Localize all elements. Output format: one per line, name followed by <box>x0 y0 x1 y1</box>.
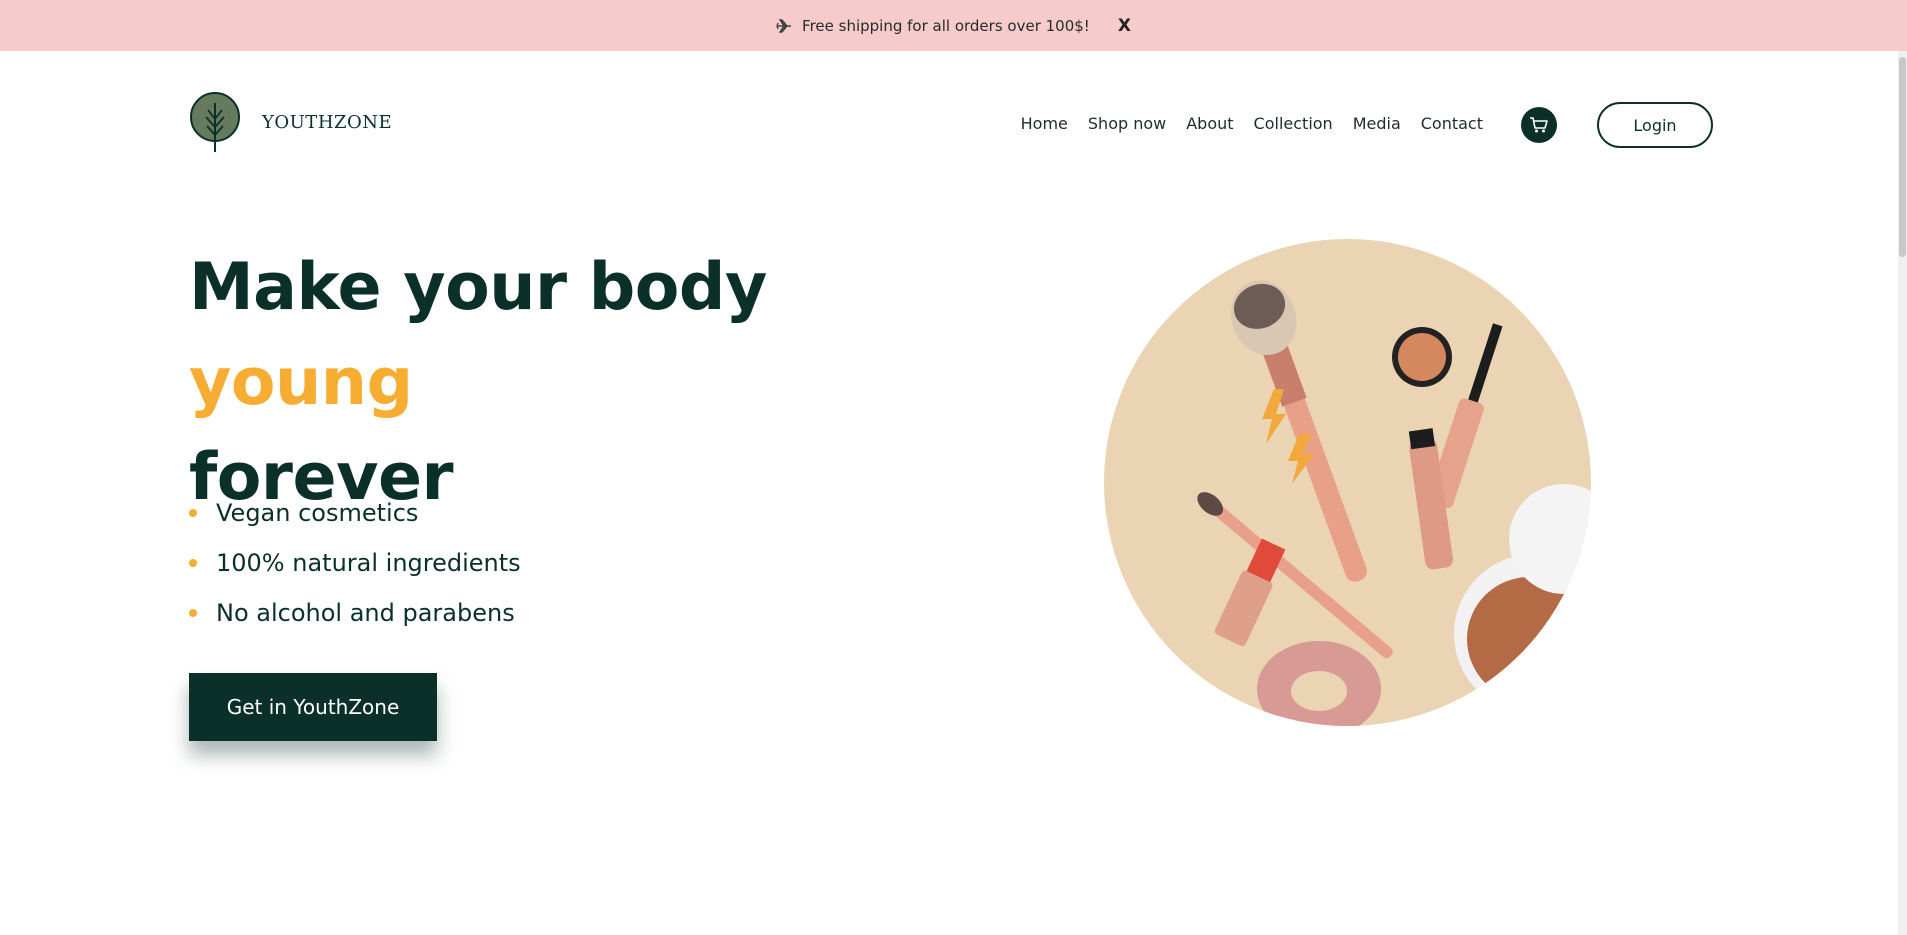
feature-item: 100% natural ingredients <box>189 538 521 588</box>
feature-list: Vegan cosmetics 100% natural ingredients… <box>189 488 521 638</box>
hero-title-part1: Make your body <box>189 250 767 325</box>
feature-item: Vegan cosmetics <box>189 488 521 538</box>
nav-item-shop-now[interactable]: Shop now <box>1088 114 1166 133</box>
announcement-bar: Free shipping for all orders over 100$! … <box>0 0 1907 51</box>
cart-button[interactable] <box>1521 107 1557 143</box>
bullet-dot <box>189 559 197 567</box>
nav-item-media[interactable]: Media <box>1353 114 1401 133</box>
feature-text: No alcohol and parabens <box>216 599 515 627</box>
tree-icon <box>190 92 240 152</box>
announcement-text: Free shipping for all orders over 100$! <box>802 16 1090 35</box>
bullet-dot <box>189 509 197 517</box>
feature-text: 100% natural ingredients <box>216 549 521 577</box>
close-announcement-button[interactable]: X <box>1118 16 1131 36</box>
scrollbar-thumb[interactable] <box>1899 57 1906 257</box>
hero-title: Make your body young forever <box>189 240 989 525</box>
hero-title-accent: young <box>189 345 413 420</box>
nav-item-about[interactable]: About <box>1186 114 1233 133</box>
bullet-dot <box>189 609 197 617</box>
cart-icon <box>1530 117 1548 133</box>
nav-item-collection[interactable]: Collection <box>1254 114 1333 133</box>
brand-name: YOUTHZONE <box>262 111 393 133</box>
feature-item: No alcohol and parabens <box>189 588 521 638</box>
feature-text: Vegan cosmetics <box>216 499 419 527</box>
nav-item-contact[interactable]: Contact <box>1421 114 1483 133</box>
page-scrollbar[interactable] <box>1898 51 1907 935</box>
login-button[interactable]: Login <box>1597 102 1713 148</box>
makeup-products-image <box>1104 239 1591 726</box>
nav-item-home[interactable]: Home <box>1021 114 1068 133</box>
brand-logo[interactable]: YOUTHZONE <box>189 91 392 153</box>
get-in-youthzone-button[interactable]: Get in YouthZone <box>189 673 437 741</box>
plane-icon <box>776 18 792 33</box>
main-nav: Home Shop now About Collection Media Con… <box>1021 114 1483 133</box>
announcement-content: Free shipping for all orders over 100$! … <box>776 16 1131 36</box>
